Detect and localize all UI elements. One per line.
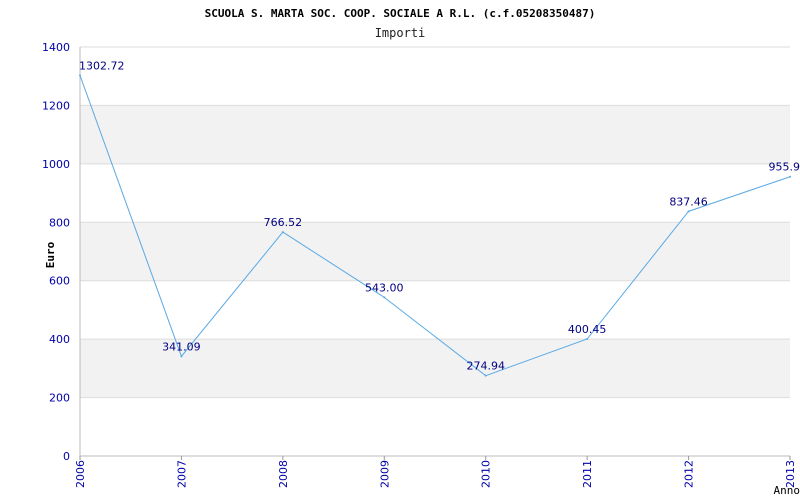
chart-title: SCUOLA S. MARTA SOC. COOP. SOCIALE A R.L…: [205, 7, 596, 20]
data-point: [79, 74, 81, 77]
data-point: [586, 338, 589, 341]
y-tick-label: 1000: [42, 158, 70, 171]
data-point: [383, 296, 386, 299]
y-tick-label: 1400: [42, 41, 70, 54]
data-label: 400.45: [568, 323, 607, 336]
x-axis-label: Anno: [774, 484, 800, 497]
data-label: 543.00: [365, 281, 404, 294]
y-tick-label: 600: [49, 275, 70, 288]
data-point: [281, 231, 284, 234]
x-tick-label: 2011: [581, 460, 594, 488]
line-chart: SCUOLA S. MARTA SOC. COOP. SOCIALE A R.L…: [42, 7, 800, 497]
y-tick-label: 1200: [42, 99, 70, 112]
x-tick-label: 2008: [277, 460, 290, 488]
data-point: [484, 374, 487, 377]
x-tick-label: 2006: [74, 460, 87, 488]
data-label: 341.09: [162, 340, 201, 353]
data-label: 274.94: [466, 360, 505, 373]
data-point: [687, 210, 690, 213]
y-tick-label: 400: [49, 333, 70, 346]
x-tick-labels: 2006 2007 2008 2009 2010 2011 2012 2013: [74, 456, 797, 488]
x-tick-label: 2012: [683, 460, 696, 488]
data-point: [789, 175, 791, 178]
grid-bands: [80, 105, 790, 398]
data-point: [180, 355, 183, 358]
grid-band: [80, 105, 790, 164]
y-tick-label: 800: [49, 216, 70, 229]
chart-subtitle: Importi: [375, 26, 426, 40]
grid-band: [80, 222, 790, 281]
data-label: 955.9: [769, 161, 800, 174]
y-tick-label: 200: [49, 392, 70, 405]
data-label: 766.52: [264, 216, 303, 229]
x-tick-label: 2007: [175, 460, 188, 488]
data-label: 837.46: [669, 195, 708, 208]
x-tick-label: 2010: [480, 460, 493, 488]
y-axis-label: Euro: [44, 241, 57, 268]
x-tick-label: 2009: [378, 460, 391, 488]
data-label: 1302.72: [79, 59, 125, 72]
y-tick-label: 0: [63, 450, 70, 463]
